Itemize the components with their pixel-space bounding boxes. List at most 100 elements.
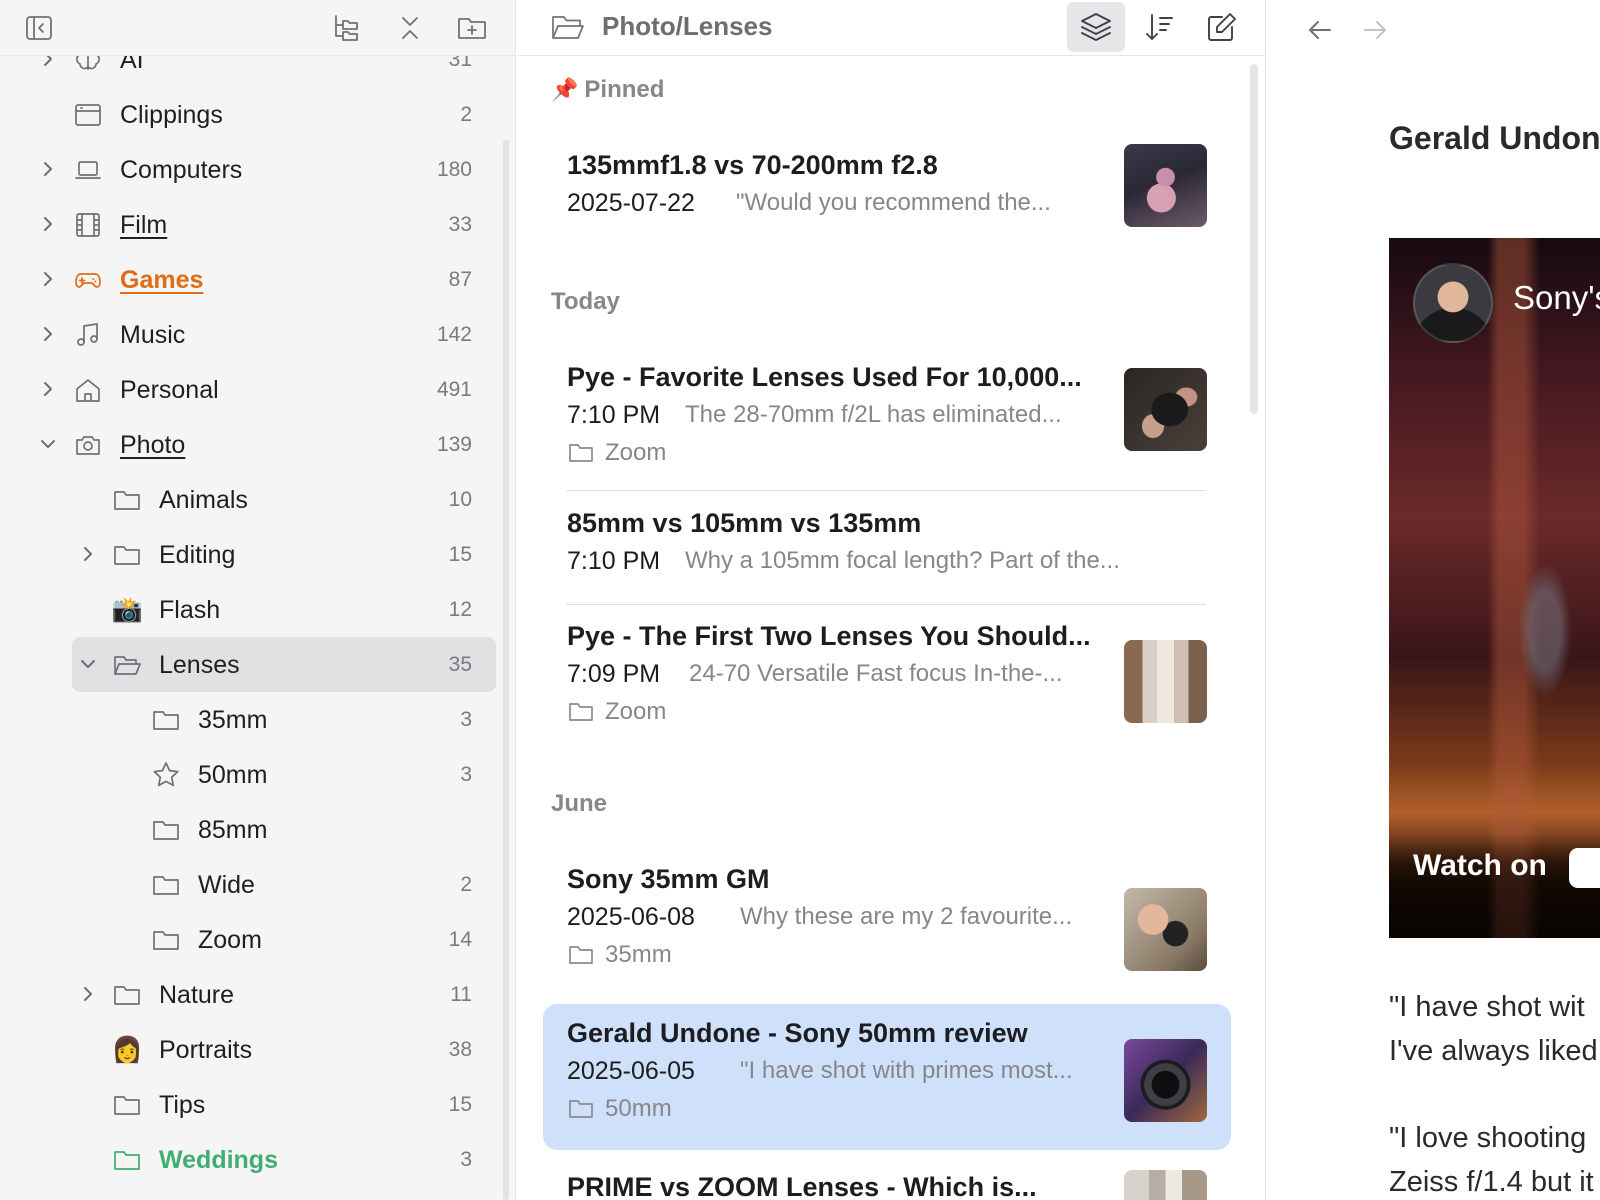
folder-path-breadcrumb: Photo/Lenses [602, 11, 773, 41]
sidebar-item-label: Personal [120, 376, 219, 404]
note-date: 7:09 PM [567, 660, 661, 688]
sidebar-item-portraits[interactable]: 👩 Portraits 38 [0, 1022, 500, 1077]
note-snippet: 24-70 Versatile Fast focus In-the-... [689, 660, 1063, 687]
note-date: 2025-07-22 [567, 189, 695, 217]
item-count: 10 [448, 488, 472, 511]
item-count: 139 [436, 433, 472, 456]
sidebar-item-wide[interactable]: Wide 2 [0, 857, 500, 912]
note-list-header: Photo/Lenses [517, 0, 1265, 56]
laptop-icon [73, 155, 103, 185]
note-divider [566, 490, 1206, 491]
body-text-line: "I have shot wit [1389, 991, 1585, 1023]
note-snippet: "I have shot with primes most... [740, 1057, 1073, 1084]
folder-plus-icon [458, 18, 486, 39]
note-thumbnail [1124, 640, 1207, 723]
note-list: Photo/Lenses 📌 Pinned 135mmf1.8 vs 70-200… [517, 0, 1266, 1200]
sidebar-item-label: Zoom [198, 926, 262, 954]
chevron-right-icon[interactable] [78, 544, 98, 564]
back-arrow-icon[interactable] [1302, 12, 1338, 48]
sidebar-item-tips[interactable]: Tips 15 [0, 1077, 500, 1132]
sidebar-item-label: Tips [159, 1091, 206, 1119]
sidebar-item-50mm[interactable]: 50mm 3 [0, 747, 500, 802]
chevron-right-icon[interactable] [38, 214, 58, 234]
note-list-scrollbar[interactable] [1250, 64, 1258, 414]
stack-view-button[interactable] [1067, 2, 1125, 52]
new-folder-button[interactable] [450, 6, 494, 50]
sidebar-item-zoom[interactable]: Zoom 14 [0, 912, 500, 967]
sort-button[interactable] [1130, 2, 1188, 52]
chevron-right-icon[interactable] [78, 984, 98, 1004]
folder-icon [569, 946, 593, 964]
note-thumbnail [1124, 1170, 1207, 1200]
sidebar-item-photo[interactable]: Photo 139 [0, 417, 500, 472]
gamepad-icon [73, 265, 103, 295]
chevron-right-icon[interactable] [38, 324, 58, 344]
sidebar-item-clippings[interactable]: Clippings 2 [0, 87, 500, 142]
collapse-all-button[interactable] [388, 6, 432, 50]
sidebar-item-label: Nature [159, 981, 235, 1009]
embedded-video[interactable]: Sony's Watch on [1389, 238, 1600, 938]
sidebar-item-music[interactable]: Music 142 [0, 307, 500, 362]
note-item[interactable]: PRIME vs ZOOM Lenses - Which is... [543, 1166, 1231, 1200]
folder-tree-button[interactable] [324, 6, 368, 50]
sidebar-item-computers[interactable]: Computers 180 [0, 142, 500, 197]
forward-arrow-icon[interactable] [1357, 12, 1393, 48]
sidebar-item-games[interactable]: Games 87 [0, 252, 500, 307]
youtube-logo-icon[interactable] [1569, 848, 1600, 888]
sidebar-item-film[interactable]: Film 33 [0, 197, 500, 252]
note-thumbnail [1124, 144, 1207, 227]
sidebar-item-personal[interactable]: Personal 491 [0, 362, 500, 417]
sidebar-toolbar [0, 0, 515, 56]
note-thumbnail [1124, 888, 1207, 971]
note-folder-tag: Zoom [567, 697, 666, 727]
sidebar-item-label: 85mm [198, 816, 268, 844]
item-count: 142 [436, 323, 472, 346]
note-folder-tag: 35mm [567, 940, 672, 970]
channel-avatar[interactable] [1413, 263, 1493, 343]
sidebar-item-lenses[interactable]: Lenses 35 [0, 637, 500, 692]
note-item[interactable]: Pye - Favorite Lenses Used For 10,000...… [543, 348, 1231, 488]
item-count: 14 [448, 928, 472, 951]
chevron-down-icon[interactable] [38, 434, 58, 454]
note-snippet: The 28-70mm f/2L has eliminated... [685, 401, 1062, 428]
sidebar-item-label: Computers [120, 156, 243, 184]
new-note-button[interactable] [1193, 2, 1251, 52]
sidebar-item-editing[interactable]: Editing 15 [0, 527, 500, 582]
body-text-line: I've always liked [1389, 1035, 1598, 1067]
music-note-icon [73, 320, 103, 350]
note-item[interactable]: 85mm vs 105mm vs 135mm 7:10 PM Why a 105… [543, 494, 1231, 604]
note-snippet: Why these are my 2 favourite... [740, 903, 1073, 930]
folder-icon [151, 705, 181, 735]
section-today-header: Today [551, 288, 620, 315]
note-snippet: Why a 105mm focal length? Part of the... [685, 547, 1120, 574]
note-item[interactable]: Sony 35mm GM 2025-06-08 Why these are my… [543, 850, 1231, 990]
watch-on-youtube-link[interactable]: Watch on [1413, 848, 1547, 884]
note-item[interactable]: Pye - The First Two Lenses You Should...… [543, 607, 1231, 747]
sidebar-left-icon [26, 16, 52, 40]
note-item[interactable]: 135mmf1.8 vs 70-200mm f2.8 2025-07-22 "W… [543, 136, 1231, 246]
note-thumbnail [1124, 1039, 1207, 1122]
sidebar-item-animals[interactable]: Animals 10 [0, 472, 500, 527]
chevron-right-icon[interactable] [38, 269, 58, 289]
sidebar-item-label: Flash [159, 596, 221, 624]
sidebar-item-35mm[interactable]: 35mm 3 [0, 692, 500, 747]
section-june-header: June [551, 790, 608, 817]
sidebar-item-flash[interactable]: 📸 Flash 12 [0, 582, 500, 637]
note-title: Gerald Undone - Sony 50mm review [567, 1018, 1028, 1048]
chevron-down-icon[interactable] [78, 654, 98, 674]
sidebar-item-weddings[interactable]: Weddings 3 [0, 1132, 500, 1187]
toggle-sidebar-button[interactable] [17, 6, 61, 50]
note-item-selected[interactable]: Gerald Undone - Sony 50mm review 2025-06… [543, 1004, 1231, 1150]
sidebar-item-85mm[interactable]: 85mm [0, 802, 500, 857]
sidebar-scrollbar[interactable] [503, 140, 509, 1200]
compose-icon [1208, 13, 1236, 41]
sidebar-item-nature[interactable]: Nature 11 [0, 967, 500, 1022]
video-title[interactable]: Sony's [1513, 278, 1600, 318]
woman-emoji-icon: 👩 [111, 1036, 143, 1064]
folder-icon [112, 540, 142, 570]
sort-descending-icon [1146, 14, 1173, 40]
chevron-right-icon[interactable] [38, 379, 58, 399]
chevron-right-icon[interactable] [38, 159, 58, 179]
sidebar-item-label: 50mm [198, 761, 268, 789]
folder-icon [569, 703, 593, 721]
